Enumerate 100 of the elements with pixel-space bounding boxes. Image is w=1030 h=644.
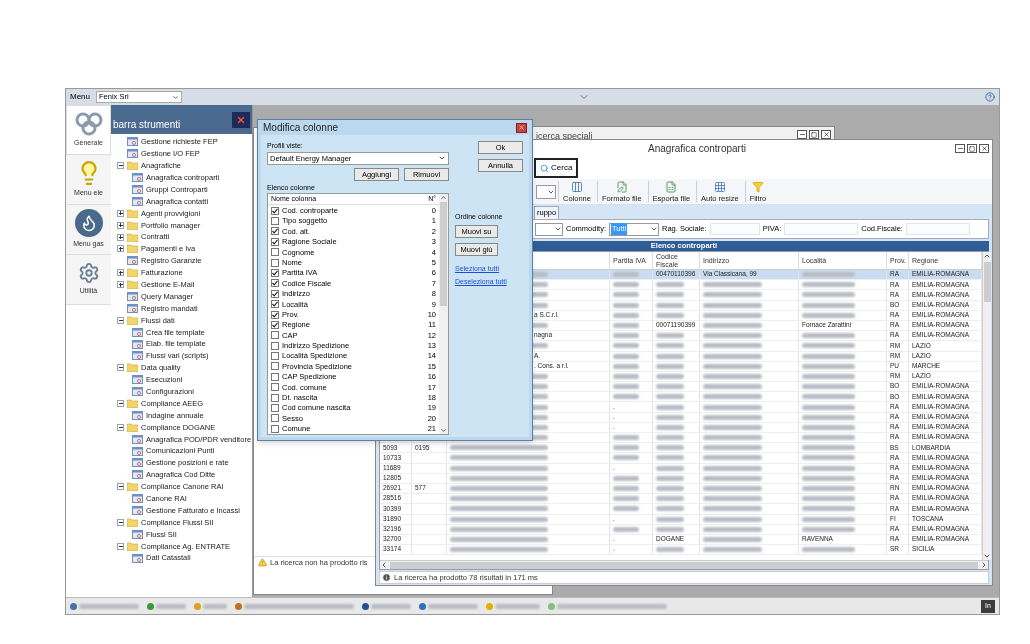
minimize-icon — [956, 145, 964, 152]
window-icon — [132, 339, 143, 349]
blurred-text — [703, 292, 763, 298]
search-button[interactable]: Cerca — [534, 158, 579, 178]
checkbox[interactable] — [271, 331, 279, 340]
dropdown[interactable] — [535, 222, 563, 236]
status-icon — [548, 602, 555, 610]
close-button[interactable] — [821, 130, 831, 139]
dropdown[interactable] — [536, 184, 556, 199]
menu-label[interactable]: Menu — [70, 91, 90, 103]
expand-toggle[interactable] — [117, 269, 124, 277]
flame-icon — [74, 209, 103, 238]
checkbox[interactable] — [271, 289, 279, 298]
blurred-text — [613, 333, 639, 339]
blurred-text — [703, 343, 763, 349]
blurred-text — [613, 323, 639, 329]
input-field[interactable] — [905, 223, 970, 235]
checkbox[interactable] — [271, 320, 279, 329]
scrollbar-thumb[interactable] — [440, 202, 447, 306]
caret-up-icon — [440, 194, 447, 202]
blurred-text — [703, 353, 763, 359]
blurred-text — [613, 302, 639, 308]
checkbox[interactable] — [271, 300, 279, 309]
checkbox[interactable] — [271, 372, 279, 381]
checkbox[interactable] — [271, 206, 279, 215]
checkbox[interactable] — [271, 310, 279, 319]
checkbox[interactable] — [271, 237, 279, 246]
blurred-text — [203, 603, 227, 609]
checkbox[interactable] — [271, 227, 279, 236]
status-icon — [419, 602, 426, 610]
window-icon — [132, 506, 143, 516]
folder-icon — [127, 220, 138, 230]
checkbox[interactable] — [271, 362, 279, 371]
collapse-toggle[interactable] — [117, 364, 124, 372]
checkbox[interactable] — [271, 258, 279, 267]
blurred-text — [802, 353, 855, 359]
vertical-scrollbar[interactable] — [982, 252, 991, 560]
checkbox[interactable] — [271, 268, 279, 277]
checkbox[interactable] — [271, 341, 279, 350]
close-button[interactable] — [232, 112, 250, 128]
blurred-text — [802, 363, 855, 369]
checkbox[interactable] — [271, 352, 279, 361]
input-field[interactable] — [709, 223, 760, 235]
checkbox[interactable] — [271, 414, 279, 423]
blurred-text — [656, 363, 685, 369]
collapse-toggle[interactable] — [117, 518, 124, 526]
expand-toggle[interactable] — [117, 233, 124, 241]
status-icon — [194, 602, 201, 610]
window-icon — [127, 303, 138, 313]
collapse-toggle[interactable] — [117, 400, 124, 408]
window-icon — [132, 387, 143, 397]
blurred-text — [613, 394, 639, 400]
minimize-button[interactable] — [797, 130, 807, 139]
scrollbar-thumb[interactable] — [983, 262, 991, 302]
vertical-scrollbar[interactable] — [439, 194, 448, 434]
blurred-text — [802, 496, 855, 502]
expand-toggle[interactable] — [117, 221, 124, 229]
blurred-text — [656, 465, 685, 471]
collapse-toggle[interactable] — [117, 162, 124, 170]
blurred-text — [613, 486, 639, 492]
window-icon — [132, 173, 143, 183]
blurred-text — [656, 455, 685, 461]
blurred-text — [656, 353, 685, 359]
collapse-toggle[interactable] — [117, 542, 124, 550]
blurred-text — [802, 282, 855, 288]
folder-icon — [127, 363, 138, 373]
blurred-text — [703, 404, 763, 410]
window-icon — [132, 375, 143, 385]
blurred-text — [371, 603, 411, 609]
minimize-button[interactable] — [955, 144, 965, 153]
blurred-text — [656, 373, 685, 379]
input-field[interactable] — [784, 223, 859, 235]
checkbox[interactable] — [271, 248, 279, 257]
expand-toggle[interactable] — [117, 281, 124, 289]
collapse-toggle[interactable] — [117, 316, 124, 324]
collapse-toggle[interactable] — [117, 423, 124, 431]
checkbox[interactable] — [271, 383, 279, 392]
close-button[interactable] — [516, 122, 527, 133]
collapse-toggle[interactable] — [117, 483, 124, 491]
expand-toggle[interactable] — [117, 245, 124, 253]
checkbox[interactable] — [271, 217, 279, 225]
window-icon — [132, 351, 143, 361]
checkbox[interactable] — [271, 424, 279, 433]
maximize-button[interactable] — [967, 144, 977, 153]
checkbox[interactable] — [271, 279, 279, 288]
checkbox[interactable] — [271, 404, 279, 412]
maximize-button[interactable] — [809, 130, 819, 139]
blurred-text — [428, 603, 478, 609]
blurred-text — [703, 333, 763, 339]
blurred-text — [802, 547, 855, 553]
folder-icon — [127, 315, 138, 325]
blurred-text — [613, 455, 639, 461]
expand-toggle[interactable] — [117, 209, 124, 217]
blurred-text — [656, 394, 685, 400]
window-icon — [132, 446, 143, 456]
folder-icon — [127, 541, 138, 551]
checkbox[interactable] — [271, 393, 279, 402]
window-icon — [132, 494, 143, 504]
blurred-text — [703, 455, 763, 461]
close-button[interactable] — [979, 144, 989, 153]
